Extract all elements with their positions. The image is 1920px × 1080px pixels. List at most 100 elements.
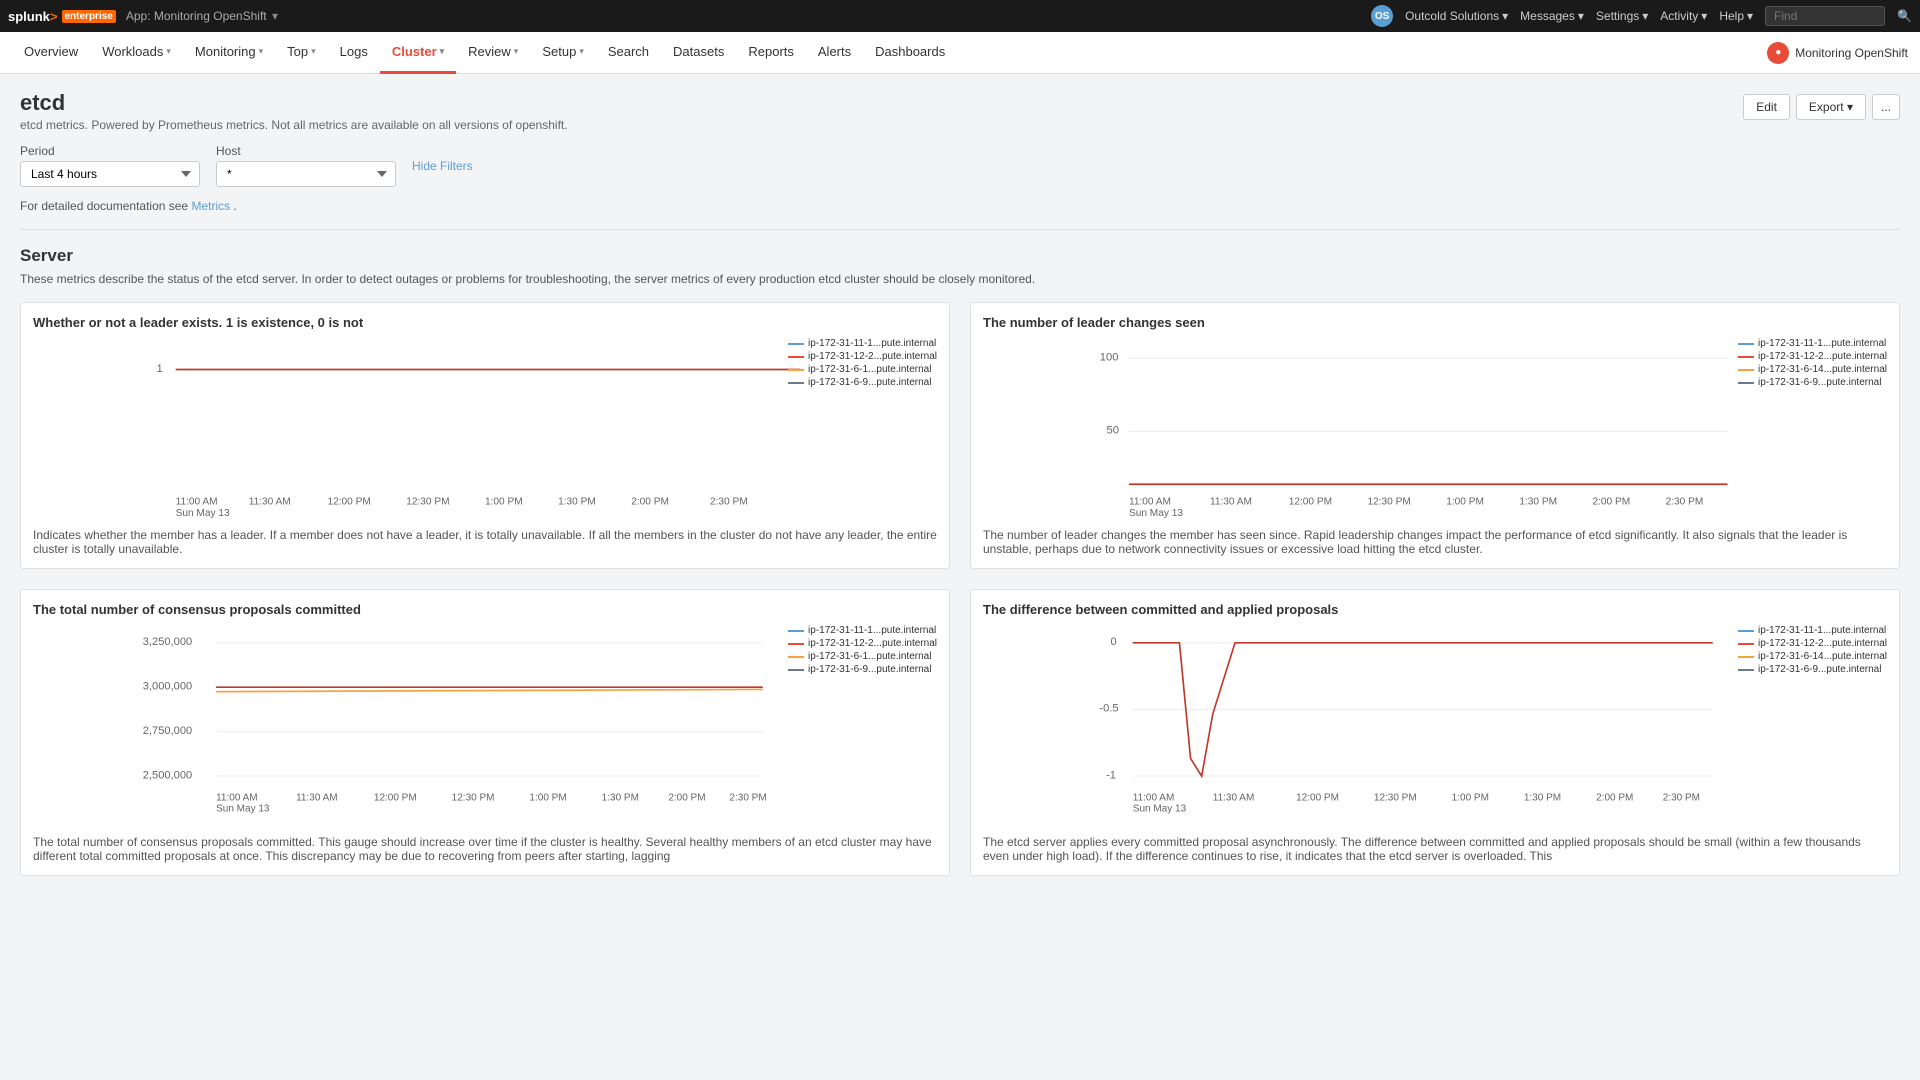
chart2-container: The number of leader changes seen 100 50… <box>970 302 1900 569</box>
period-select[interactable]: Last 4 hours <box>20 161 200 187</box>
svg-text:11:00 AM: 11:00 AM <box>1133 793 1175 804</box>
chart1-container: Whether or not a leader exists. 1 is exi… <box>20 302 950 569</box>
topbar: splunk> enterprise App: Monitoring OpenS… <box>0 0 1920 32</box>
svg-text:Sun May 13: Sun May 13 <box>176 508 230 518</box>
chart3-legend: ip-172-31-11-1...pute.internal ip-172-31… <box>788 625 937 675</box>
page-header-left: etcd etcd metrics. Powered by Prometheus… <box>20 90 568 132</box>
export-button[interactable]: Export ▾ <box>1796 94 1866 120</box>
divider-1 <box>20 229 1900 230</box>
svg-text:2:00 PM: 2:00 PM <box>1596 793 1633 804</box>
svg-text:Sun May 13: Sun May 13 <box>216 804 270 815</box>
chart1-title: Whether or not a leader exists. 1 is exi… <box>33 315 937 330</box>
chart4-legend-item-1: ip-172-31-11-1...pute.internal <box>1738 625 1887 636</box>
svg-text:1:30 PM: 1:30 PM <box>1519 497 1557 508</box>
messages-menu[interactable]: Messages ▾ <box>1520 9 1584 23</box>
svg-text:50: 50 <box>1107 425 1120 437</box>
chart4-legend-item-2: ip-172-31-12-2...pute.internal <box>1738 638 1887 649</box>
period-label: Period <box>20 144 200 158</box>
svg-text:2:00 PM: 2:00 PM <box>668 793 705 804</box>
chart2-legend-item-1: ip-172-31-11-1...pute.internal <box>1738 338 1887 349</box>
svg-text:1:30 PM: 1:30 PM <box>558 497 596 508</box>
nav-top[interactable]: Top ▾ <box>275 32 328 74</box>
top-caret: ▾ <box>311 46 316 57</box>
monitoring-openshift-badge: ● Monitoring OpenShift <box>1767 42 1908 64</box>
svg-text:12:30 PM: 12:30 PM <box>1374 793 1417 804</box>
svg-text:2,500,000: 2,500,000 <box>143 769 192 781</box>
monitoring-icon: ● <box>1767 42 1789 64</box>
host-filter: Host * <box>216 144 396 187</box>
nav-reports[interactable]: Reports <box>736 32 806 74</box>
setup-caret: ▾ <box>579 46 584 57</box>
metrics-link[interactable]: Metrics <box>191 199 230 213</box>
workloads-caret: ▾ <box>166 46 171 57</box>
host-select[interactable]: * <box>216 161 396 187</box>
charts-row-1: Whether or not a leader exists. 1 is exi… <box>20 302 1900 569</box>
splunk-logo[interactable]: splunk> enterprise <box>8 9 116 24</box>
svg-text:2:30 PM: 2:30 PM <box>729 793 766 804</box>
more-button[interactable]: ... <box>1872 94 1900 120</box>
svg-text:Sun May 13: Sun May 13 <box>1129 508 1183 518</box>
svg-text:12:00 PM: 12:00 PM <box>374 793 417 804</box>
chart4-legend: ip-172-31-11-1...pute.internal ip-172-31… <box>1738 625 1887 675</box>
legend-line-4 <box>788 382 804 384</box>
filters-row: Period Last 4 hours Host * Hide Filters <box>20 144 1900 187</box>
svg-text:1:00 PM: 1:00 PM <box>1452 793 1489 804</box>
svg-text:2:00 PM: 2:00 PM <box>1593 497 1631 508</box>
user-menu[interactable]: Outcold Solutions ▾ <box>1405 9 1508 23</box>
app-name[interactable]: App: Monitoring OpenShift ▾ <box>126 9 278 23</box>
svg-text:12:00 PM: 12:00 PM <box>1296 793 1339 804</box>
edit-button[interactable]: Edit <box>1743 94 1790 120</box>
review-caret: ▾ <box>514 46 519 57</box>
svg-text:3,000,000: 3,000,000 <box>143 680 192 692</box>
nav-alerts[interactable]: Alerts <box>806 32 863 74</box>
settings-menu[interactable]: Settings ▾ <box>1596 9 1648 23</box>
svg-text:1:00 PM: 1:00 PM <box>485 497 523 508</box>
nav-datasets[interactable]: Datasets <box>661 32 736 74</box>
app-dropdown-icon: ▾ <box>272 9 278 23</box>
nav-logs[interactable]: Logs <box>328 32 380 74</box>
nav-search[interactable]: Search <box>596 32 661 74</box>
find-input[interactable] <box>1765 6 1885 26</box>
svg-text:11:00 AM: 11:00 AM <box>176 497 218 508</box>
svg-text:11:00 AM: 11:00 AM <box>1129 497 1171 508</box>
doc-line: For detailed documentation see Metrics . <box>20 199 1900 213</box>
settings-dropdown-icon: ▾ <box>1642 9 1648 23</box>
svg-text:100: 100 <box>1100 352 1119 364</box>
chart2-legend: ip-172-31-11-1...pute.internal ip-172-31… <box>1738 338 1887 388</box>
svg-text:12:30 PM: 12:30 PM <box>1368 497 1411 508</box>
svg-text:1:00 PM: 1:00 PM <box>529 793 566 804</box>
svg-text:1:00 PM: 1:00 PM <box>1446 497 1484 508</box>
nav-workloads[interactable]: Workloads ▾ <box>90 32 183 74</box>
activity-menu[interactable]: Activity ▾ <box>1660 9 1707 23</box>
help-menu[interactable]: Help ▾ <box>1719 9 1753 23</box>
svg-text:3,250,000: 3,250,000 <box>143 636 192 648</box>
nav-cluster[interactable]: Cluster ▾ <box>380 32 456 74</box>
chart2-legend-item-2: ip-172-31-12-2...pute.internal <box>1738 351 1887 362</box>
nav-monitoring[interactable]: Monitoring ▾ <box>183 32 275 74</box>
chart2-legend-item-3: ip-172-31-6-14...pute.internal <box>1738 364 1887 375</box>
svg-text:11:30 AM: 11:30 AM <box>1210 497 1252 508</box>
svg-text:1:30 PM: 1:30 PM <box>1524 793 1561 804</box>
chart4-container: The difference between committed and app… <box>970 589 1900 876</box>
nav-dashboards[interactable]: Dashboards <box>863 32 957 74</box>
splunk-text: splunk> <box>8 9 58 24</box>
search-icon: 🔍 <box>1897 9 1912 23</box>
svg-text:2,750,000: 2,750,000 <box>143 725 192 737</box>
page-actions: Edit Export ▾ ... <box>1743 94 1900 120</box>
server-section-desc: These metrics describe the status of the… <box>20 272 1900 286</box>
chart3-legend-item-1: ip-172-31-11-1...pute.internal <box>788 625 937 636</box>
nav-overview[interactable]: Overview <box>12 32 90 74</box>
legend-item-4: ip-172-31-6-9...pute.internal <box>788 377 937 388</box>
page-content: etcd etcd metrics. Powered by Prometheus… <box>0 74 1920 1080</box>
period-filter: Period Last 4 hours <box>20 144 200 187</box>
hide-filters-link[interactable]: Hide Filters <box>412 159 473 173</box>
chart1-desc: Indicates whether the member has a leade… <box>33 528 937 556</box>
page-subtitle: etcd metrics. Powered by Prometheus metr… <box>20 118 568 132</box>
nav-review[interactable]: Review ▾ <box>456 32 530 74</box>
nav-setup[interactable]: Setup ▾ <box>530 32 596 74</box>
legend-item-3: ip-172-31-6-1...pute.internal <box>788 364 937 375</box>
export-caret: ▾ <box>1847 100 1853 114</box>
svg-text:11:00 AM: 11:00 AM <box>216 793 258 804</box>
legend-item-2: ip-172-31-12-2...pute.internal <box>788 351 937 362</box>
user-dropdown-icon: ▾ <box>1502 9 1508 23</box>
